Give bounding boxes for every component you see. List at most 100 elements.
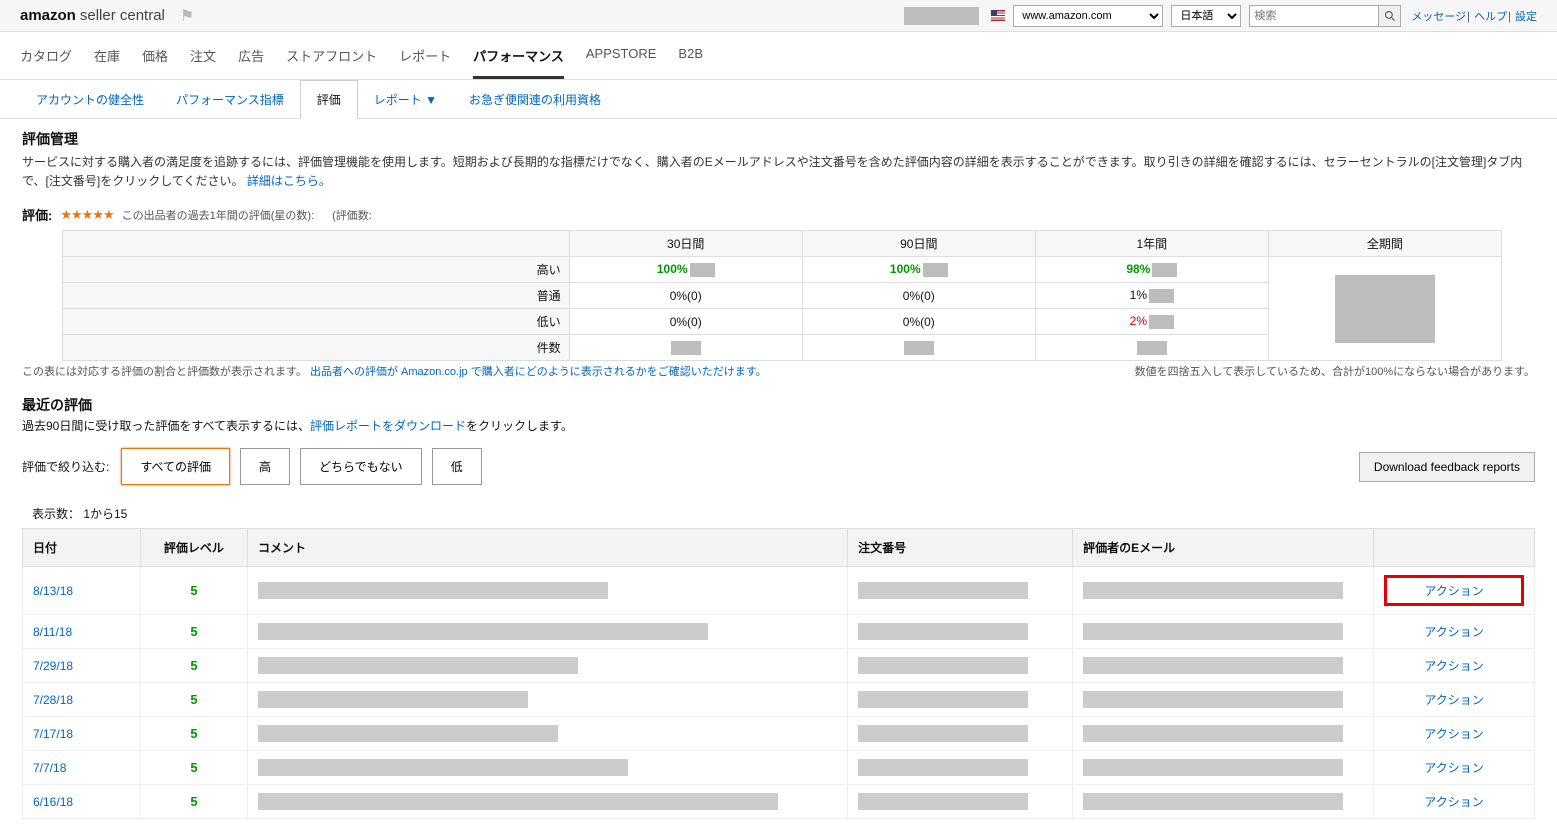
rating-value: 5 bbox=[190, 760, 197, 775]
action-button[interactable]: アクション bbox=[1384, 725, 1524, 742]
feedback-date-link[interactable]: 7/17/18 bbox=[33, 727, 73, 741]
rating-value: 5 bbox=[190, 692, 197, 707]
comment-redacted bbox=[258, 657, 578, 674]
th-date: 日付 bbox=[23, 529, 141, 567]
feedback-date-link[interactable]: 8/11/18 bbox=[33, 625, 72, 639]
main-nav-item[interactable]: 広告 bbox=[238, 32, 264, 79]
action-button[interactable]: アクション bbox=[1384, 623, 1524, 640]
sub-nav-item[interactable]: アカウントの健全性 bbox=[20, 81, 160, 118]
order-redacted bbox=[858, 759, 1028, 776]
filter-button[interactable]: 低 bbox=[432, 448, 482, 485]
main-nav-item[interactable]: レポート bbox=[399, 32, 451, 79]
order-redacted bbox=[858, 657, 1028, 674]
feedback-date-link[interactable]: 7/7/18 bbox=[33, 761, 66, 775]
action-button[interactable]: アクション bbox=[1384, 793, 1524, 810]
sub-nav-item[interactable]: パフォーマンス指標 bbox=[160, 81, 300, 118]
filter-button[interactable]: 高 bbox=[240, 448, 290, 485]
email-redacted bbox=[1083, 793, 1343, 810]
display-count: 表示数： 1から15 bbox=[32, 505, 1535, 522]
summary-table: 30日間90日間1年間全期間 高い100%100%98%普通0%(0)0%(0)… bbox=[62, 230, 1502, 361]
summary-period-header: 90日間 bbox=[802, 231, 1035, 257]
main-nav-item[interactable]: 注文 bbox=[190, 32, 216, 79]
sub-nav-item[interactable]: レポート ▼ bbox=[358, 81, 453, 118]
action-button[interactable]: アクション bbox=[1384, 759, 1524, 776]
help-link[interactable]: ヘルプ bbox=[1474, 11, 1507, 23]
sub-nav: アカウントの健全性パフォーマンス指標評価レポート ▼お急ぎ便関連の利用資格 bbox=[0, 80, 1557, 119]
th-email: 評価者のEメール bbox=[1073, 529, 1374, 567]
marketplace-select[interactable]: www.amazon.com bbox=[1013, 5, 1163, 27]
details-link[interactable]: 詳細はこちら。 bbox=[247, 174, 331, 188]
rating-header: 評価: ★★★★★ この出品者の過去1年間の評価(星の数): (評価数: bbox=[22, 205, 1535, 224]
language-select[interactable]: 日本語 bbox=[1171, 5, 1241, 27]
summary-cell: 100% bbox=[802, 257, 1035, 283]
comment-redacted bbox=[258, 623, 708, 640]
main-nav-item[interactable]: ストアフロント bbox=[286, 32, 377, 79]
summary-footnote: この表には対応する評価の割合と評価数が表示されます。 出品者への評価が Amaz… bbox=[22, 363, 1535, 379]
search-box bbox=[1249, 5, 1401, 27]
email-redacted bbox=[1083, 582, 1343, 599]
action-button[interactable]: アクション bbox=[1384, 575, 1524, 606]
summary-cell: 0%(0) bbox=[802, 283, 1035, 309]
rating-value: 5 bbox=[190, 726, 197, 741]
page-description: サービスに対する購入者の満足度を追跡するには、評価管理機能を使用します。短期およ… bbox=[22, 153, 1535, 191]
main-nav-item[interactable]: カタログ bbox=[20, 32, 72, 79]
star-icons: ★★★★★ bbox=[60, 207, 113, 223]
main-nav: カタログ在庫価格注文広告ストアフロントレポートパフォーマンス APPSTORE B2… bbox=[0, 32, 1557, 80]
marketplace-switcher-icon[interactable]: ⚑ bbox=[180, 6, 194, 26]
summary-cell: 0%(0) bbox=[569, 283, 802, 309]
settings-link[interactable]: 設定 bbox=[1515, 11, 1537, 23]
summary-cell: 98% bbox=[1035, 257, 1268, 283]
filter-button[interactable]: どちらでもない bbox=[300, 448, 422, 485]
summary-row-label: 件数 bbox=[63, 335, 570, 361]
feedback-date-link[interactable]: 7/29/18 bbox=[33, 659, 73, 673]
download-report-link[interactable]: 評価レポートをダウンロード bbox=[310, 419, 466, 433]
table-row: 8/13/18 5 アクション bbox=[23, 567, 1535, 615]
seller-name-redacted bbox=[904, 7, 979, 25]
feedback-date-link[interactable]: 8/13/18 bbox=[33, 584, 73, 598]
th-action bbox=[1374, 529, 1535, 567]
main-nav-item[interactable]: パフォーマンス bbox=[473, 32, 564, 79]
email-redacted bbox=[1083, 691, 1343, 708]
summary-cell bbox=[569, 335, 802, 361]
search-input[interactable] bbox=[1249, 5, 1379, 27]
feedback-table: 日付 評価レベル コメント 注文番号 評価者のEメール 8/13/185アクショ… bbox=[22, 528, 1535, 819]
comment-redacted bbox=[258, 691, 528, 708]
rating-value: 5 bbox=[190, 583, 197, 598]
messages-link[interactable]: メッセージ bbox=[1411, 11, 1466, 23]
download-feedback-button[interactable]: Download feedback reports bbox=[1359, 452, 1535, 482]
flag-us-icon bbox=[991, 10, 1005, 21]
main-nav-item[interactable]: B2B bbox=[678, 32, 703, 79]
logo[interactable]: amazon seller central bbox=[20, 7, 165, 24]
th-rating: 評価レベル bbox=[140, 529, 247, 567]
table-row: 7/28/18 5 アクション bbox=[23, 683, 1535, 717]
action-button[interactable]: アクション bbox=[1384, 657, 1524, 674]
summary-row-label: 普通 bbox=[63, 283, 570, 309]
summary-cell: 0%(0) bbox=[569, 309, 802, 335]
summary-cell bbox=[1268, 257, 1501, 361]
search-icon bbox=[1384, 10, 1396, 22]
action-button[interactable]: アクション bbox=[1384, 691, 1524, 708]
main-nav-item[interactable]: 価格 bbox=[142, 32, 168, 79]
table-row: 8/11/185アクション bbox=[23, 615, 1535, 649]
summary-cell: 1% bbox=[1035, 283, 1268, 309]
feedback-date-link[interactable]: 7/28/18 bbox=[33, 693, 73, 707]
rating-value: 5 bbox=[190, 658, 197, 673]
sub-nav-item[interactable]: お急ぎ便関連の利用資格 bbox=[453, 81, 617, 118]
email-redacted bbox=[1083, 657, 1343, 674]
logo-brand: amazon bbox=[20, 7, 76, 24]
summary-row-label: 高い bbox=[63, 257, 570, 283]
recent-title: 最近の評価 bbox=[22, 395, 1535, 415]
filter-label: 評価で絞り込む: bbox=[22, 458, 109, 475]
sub-nav-item[interactable]: 評価 bbox=[300, 80, 358, 119]
comment-redacted bbox=[258, 793, 778, 810]
search-button[interactable] bbox=[1379, 5, 1401, 27]
summary-cell bbox=[1035, 335, 1268, 361]
seller-feedback-display-link[interactable]: 出品者への評価が Amazon.co.jp で購入者にどのように表示されるかをご… bbox=[310, 366, 767, 378]
main-nav-item[interactable]: 在庫 bbox=[94, 32, 120, 79]
top-header: amazon seller central ⚑ www.amazon.com 日… bbox=[0, 0, 1557, 32]
main-nav-item[interactable]: APPSTORE bbox=[586, 32, 657, 79]
order-redacted bbox=[858, 725, 1028, 742]
filter-button[interactable]: すべての評価 bbox=[121, 448, 230, 485]
feedback-date-link[interactable]: 6/16/18 bbox=[33, 795, 73, 809]
comment-redacted bbox=[258, 759, 628, 776]
